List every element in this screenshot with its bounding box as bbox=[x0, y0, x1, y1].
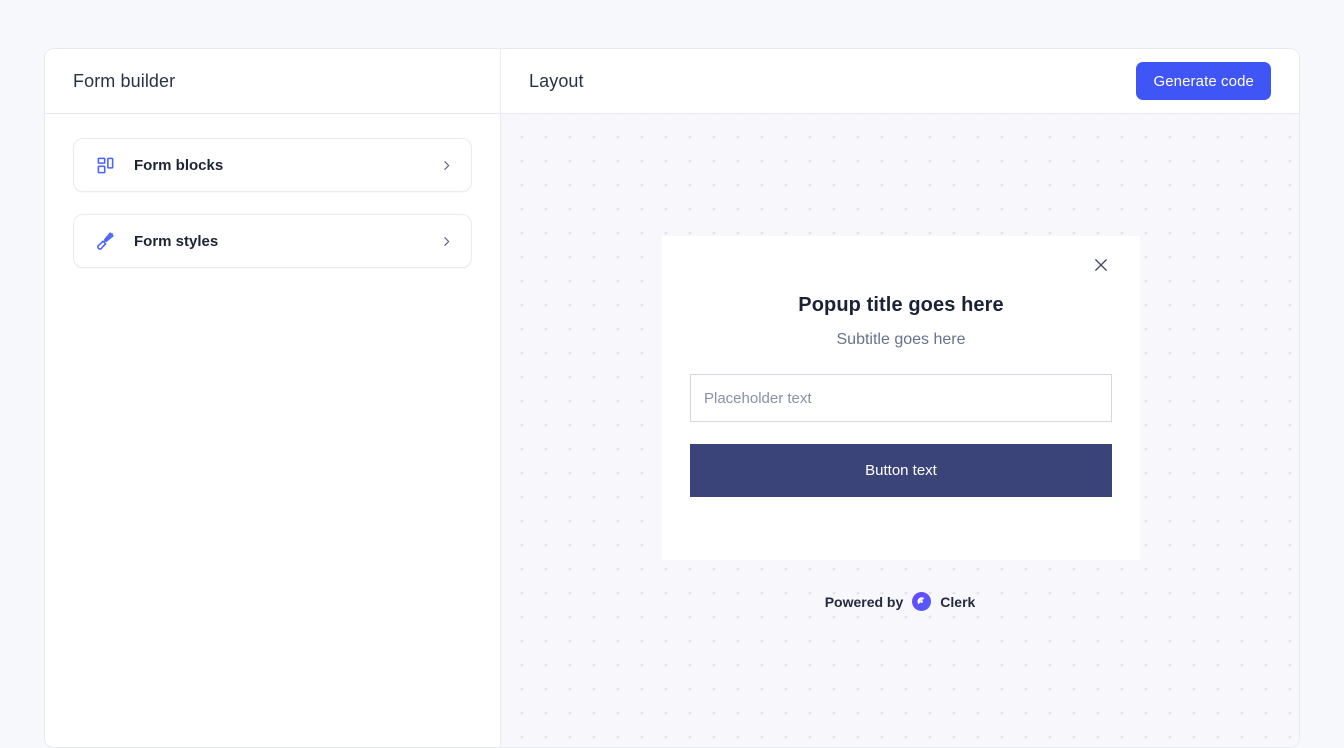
popup-text-input[interactable] bbox=[690, 374, 1112, 422]
popup-title: Popup title goes here bbox=[798, 294, 1004, 316]
clerk-logo-icon bbox=[912, 592, 932, 611]
form-builder-nav-list: Form blocks Form styles bbox=[45, 114, 500, 290]
app-shell: Form builder Form blocks Form styles Lay… bbox=[44, 48, 1300, 748]
popup-subtitle: Subtitle goes here bbox=[836, 331, 966, 348]
popup-preview-card: Popup title goes here Subtitle goes here… bbox=[662, 236, 1140, 560]
layout-dashboard-icon bbox=[94, 154, 116, 176]
clerk-brand-label: Clerk bbox=[940, 593, 976, 610]
form-builder-header: Form builder bbox=[45, 49, 500, 114]
form-builder-panel: Form builder Form blocks Form styles bbox=[45, 49, 501, 747]
popup-close-row bbox=[690, 254, 1112, 288]
sidebar-item-form-styles[interactable]: Form styles bbox=[73, 214, 472, 268]
chevron-right-icon bbox=[439, 234, 453, 248]
generate-code-button[interactable]: Generate code bbox=[1136, 62, 1271, 100]
layout-panel: Layout Generate code Popup title goes he… bbox=[501, 49, 1299, 747]
powered-by-footer: Powered by Clerk bbox=[501, 592, 1299, 611]
layout-title: Layout bbox=[529, 70, 584, 91]
page-title: Form builder bbox=[73, 70, 176, 91]
chevron-right-icon bbox=[439, 158, 453, 172]
popup-submit-button[interactable]: Button text bbox=[690, 444, 1112, 497]
layout-header: Layout Generate code bbox=[501, 49, 1299, 114]
sidebar-item-label: Form styles bbox=[134, 232, 219, 250]
paintbrush-icon bbox=[94, 230, 116, 252]
sidebar-item-label: Form blocks bbox=[134, 156, 224, 174]
powered-by-label: Powered by bbox=[824, 593, 904, 610]
sidebar-item-form-blocks[interactable]: Form blocks bbox=[73, 138, 472, 192]
form-preview-canvas[interactable]: Popup title goes here Subtitle goes here… bbox=[501, 114, 1299, 747]
close-icon[interactable] bbox=[1090, 254, 1112, 276]
